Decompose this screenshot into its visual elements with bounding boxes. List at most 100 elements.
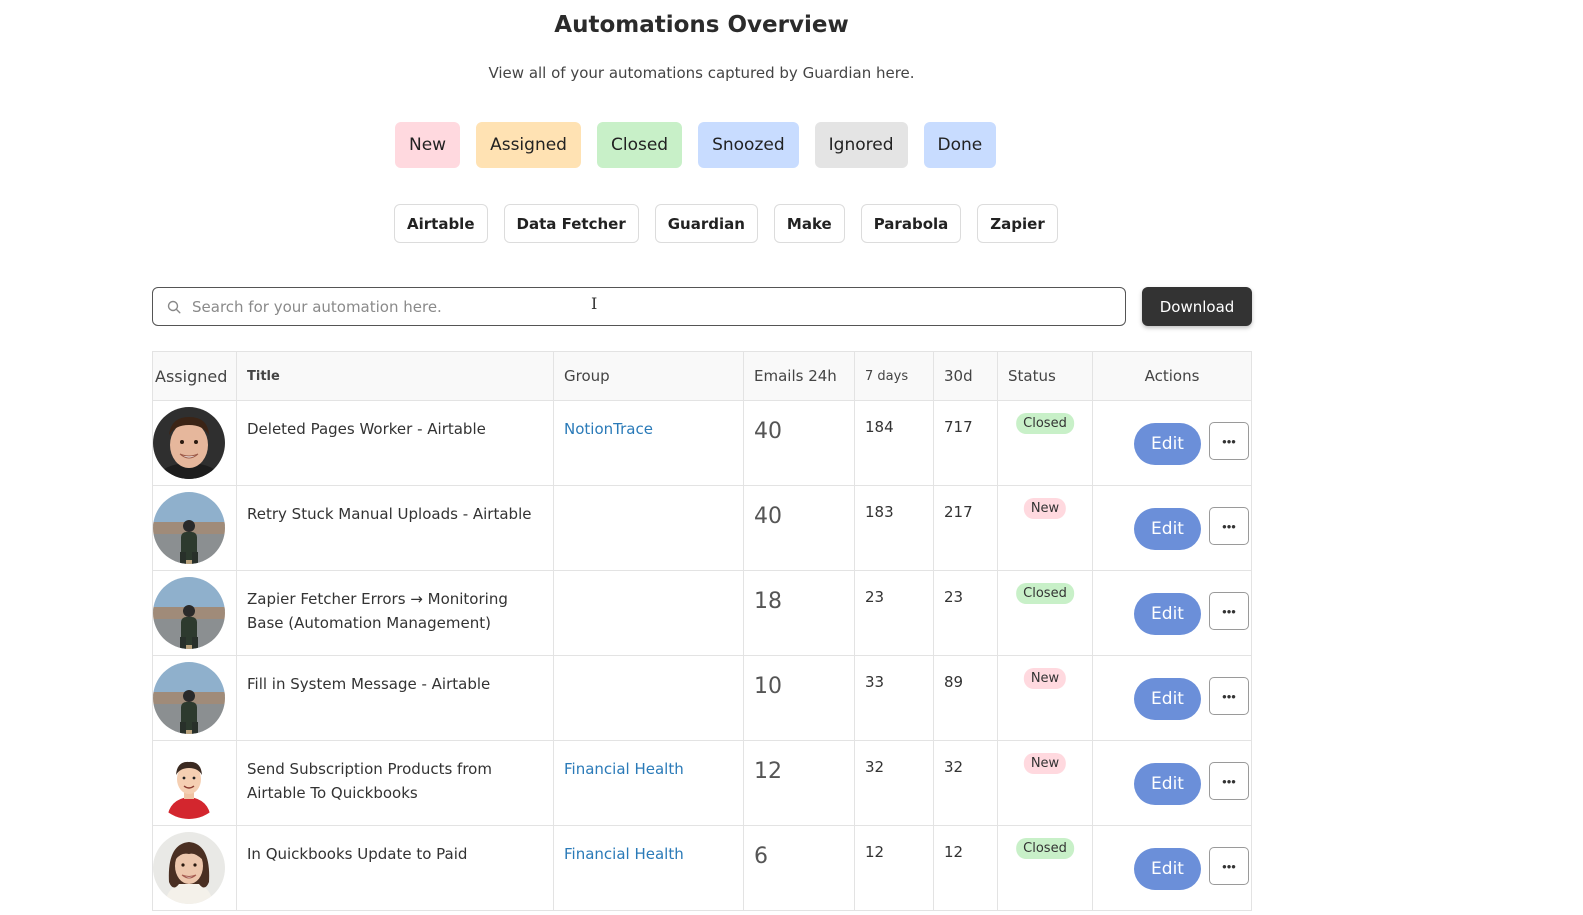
table-row[interactable]: In Quickbooks Update to Paid Financial H… — [153, 826, 1251, 911]
search-input[interactable] — [190, 290, 1125, 323]
column-header-group[interactable]: Group — [554, 352, 744, 400]
title-cell: Fill in System Message - Airtable — [237, 656, 554, 740]
avatar[interactable] — [153, 832, 225, 904]
emails-7-days-cell: 12 — [855, 826, 934, 910]
edit-button[interactable]: Edit — [1134, 678, 1201, 720]
status-badge: Closed — [1016, 413, 1074, 434]
emails-30d-cell: 717 — [934, 401, 998, 485]
filter-snoozed[interactable]: Snoozed — [698, 122, 799, 168]
automation-title[interactable]: Deleted Pages Worker - Airtable — [237, 401, 553, 441]
page-subtitle: View all of your automations captured by… — [488, 64, 915, 82]
filter-new[interactable]: New — [395, 122, 461, 168]
more-options-button[interactable]: ••• — [1209, 422, 1249, 460]
status-badge: New — [1023, 498, 1067, 519]
source-filter-parabola[interactable]: Parabola — [860, 204, 962, 243]
avatar[interactable] — [153, 492, 225, 564]
search-box — [152, 287, 1126, 326]
source-filter-make[interactable]: Make — [773, 204, 845, 243]
group-link[interactable]: Financial Health — [554, 741, 743, 781]
avatar[interactable] — [153, 662, 225, 734]
group-link[interactable] — [554, 571, 743, 587]
table-row[interactable]: Send Subscription Products from Airtable… — [153, 741, 1251, 826]
column-header-7-days[interactable]: 7 days — [855, 352, 934, 400]
column-header-emails[interactable]: Emails 24h — [744, 352, 855, 400]
filter-ignored[interactable]: Ignored — [814, 122, 908, 168]
download-button[interactable]: Download — [1142, 287, 1252, 326]
table-row[interactable]: Deleted Pages Worker - Airtable NotionTr… — [153, 401, 1251, 486]
emails-24h-value: 10 — [754, 674, 782, 699]
title-cell: Retry Stuck Manual Uploads - Airtable — [237, 486, 554, 570]
emails-24h-cell: 6 — [744, 826, 855, 910]
emails-7-days-cell: 183 — [855, 486, 934, 570]
automation-title[interactable]: Zapier Fetcher Errors → Monitoring Base … — [237, 571, 553, 635]
more-options-button[interactable]: ••• — [1209, 677, 1249, 715]
emails-24h-value: 12 — [754, 759, 782, 784]
emails-7-days-value: 183 — [865, 503, 894, 521]
automation-title[interactable]: Send Subscription Products from Airtable… — [237, 741, 553, 805]
avatar[interactable] — [153, 577, 225, 649]
emails-30d-cell: 89 — [934, 656, 998, 740]
title-cell: Zapier Fetcher Errors → Monitoring Base … — [237, 571, 554, 655]
edit-button[interactable]: Edit — [1134, 848, 1201, 890]
status-filter-bar: New Assigned Closed Snoozed Ignored Done — [395, 122, 997, 168]
more-options-button[interactable]: ••• — [1209, 762, 1249, 800]
source-filter-guardian[interactable]: Guardian — [654, 204, 758, 243]
avatar[interactable] — [153, 747, 225, 819]
more-options-button[interactable]: ••• — [1209, 847, 1249, 885]
emails-24h-cell: 40 — [744, 401, 855, 485]
table-row[interactable]: Zapier Fetcher Errors → Monitoring Base … — [153, 571, 1251, 656]
edit-button[interactable]: Edit — [1134, 763, 1201, 805]
assigned-cell — [153, 571, 237, 655]
search-icon — [167, 300, 181, 314]
automations-table: Assigned Title Group Emails 24h 7 days 3… — [152, 351, 1252, 911]
emails-24h-value: 18 — [754, 589, 782, 614]
group-link[interactable] — [554, 486, 743, 502]
status-cell: Closed — [998, 571, 1093, 655]
column-header-30d[interactable]: 30d — [934, 352, 998, 400]
edit-button[interactable]: Edit — [1134, 508, 1201, 550]
title-cell: In Quickbooks Update to Paid — [237, 826, 554, 910]
status-cell: New — [998, 741, 1093, 825]
emails-7-days-cell: 32 — [855, 741, 934, 825]
automation-title[interactable]: In Quickbooks Update to Paid — [237, 826, 553, 866]
automation-title[interactable]: Retry Stuck Manual Uploads - Airtable — [237, 486, 553, 526]
table-row[interactable]: Retry Stuck Manual Uploads - Airtable 40… — [153, 486, 1251, 571]
group-cell: NotionTrace — [554, 401, 744, 485]
group-link[interactable] — [554, 656, 743, 672]
source-filter-airtable[interactable]: Airtable — [394, 204, 488, 243]
filter-done[interactable]: Done — [923, 122, 997, 168]
emails-30d-cell: 12 — [934, 826, 998, 910]
emails-30d-value: 23 — [944, 588, 964, 606]
emails-30d-cell: 23 — [934, 571, 998, 655]
table-row[interactable]: Fill in System Message - Airtable 10 33 … — [153, 656, 1251, 741]
emails-7-days-cell: 23 — [855, 571, 934, 655]
column-header-status[interactable]: Status — [998, 352, 1093, 400]
column-header-title[interactable]: Title — [237, 352, 554, 400]
emails-24h-cell: 18 — [744, 571, 855, 655]
emails-7-days-cell: 184 — [855, 401, 934, 485]
actions-cell: Edit ••• — [1093, 571, 1251, 655]
assigned-cell — [153, 401, 237, 485]
filter-assigned[interactable]: Assigned — [476, 122, 581, 168]
group-link[interactable]: Financial Health — [554, 826, 743, 866]
column-header-assigned[interactable]: Assigned — [153, 352, 237, 400]
edit-button[interactable]: Edit — [1134, 593, 1201, 635]
more-options-button[interactable]: ••• — [1209, 592, 1249, 630]
filter-closed[interactable]: Closed — [596, 122, 683, 168]
emails-24h-value: 40 — [754, 504, 782, 529]
assigned-cell — [153, 656, 237, 740]
avatar[interactable] — [153, 407, 225, 479]
edit-button[interactable]: Edit — [1134, 423, 1201, 465]
column-header-actions: Actions — [1144, 367, 1200, 385]
status-cell: New — [998, 486, 1093, 570]
group-link[interactable]: NotionTrace — [554, 401, 743, 441]
source-filter-bar: Airtable Data Fetcher Guardian Make Para… — [394, 204, 1058, 243]
source-filter-data-fetcher[interactable]: Data Fetcher — [503, 204, 639, 243]
group-cell — [554, 486, 744, 570]
more-options-button[interactable]: ••• — [1209, 507, 1249, 545]
automation-title[interactable]: Fill in System Message - Airtable — [237, 656, 553, 696]
source-filter-zapier[interactable]: Zapier — [977, 204, 1058, 243]
actions-cell: Edit ••• — [1093, 656, 1251, 740]
emails-24h-value: 6 — [754, 844, 768, 869]
group-cell: Financial Health — [554, 826, 744, 910]
